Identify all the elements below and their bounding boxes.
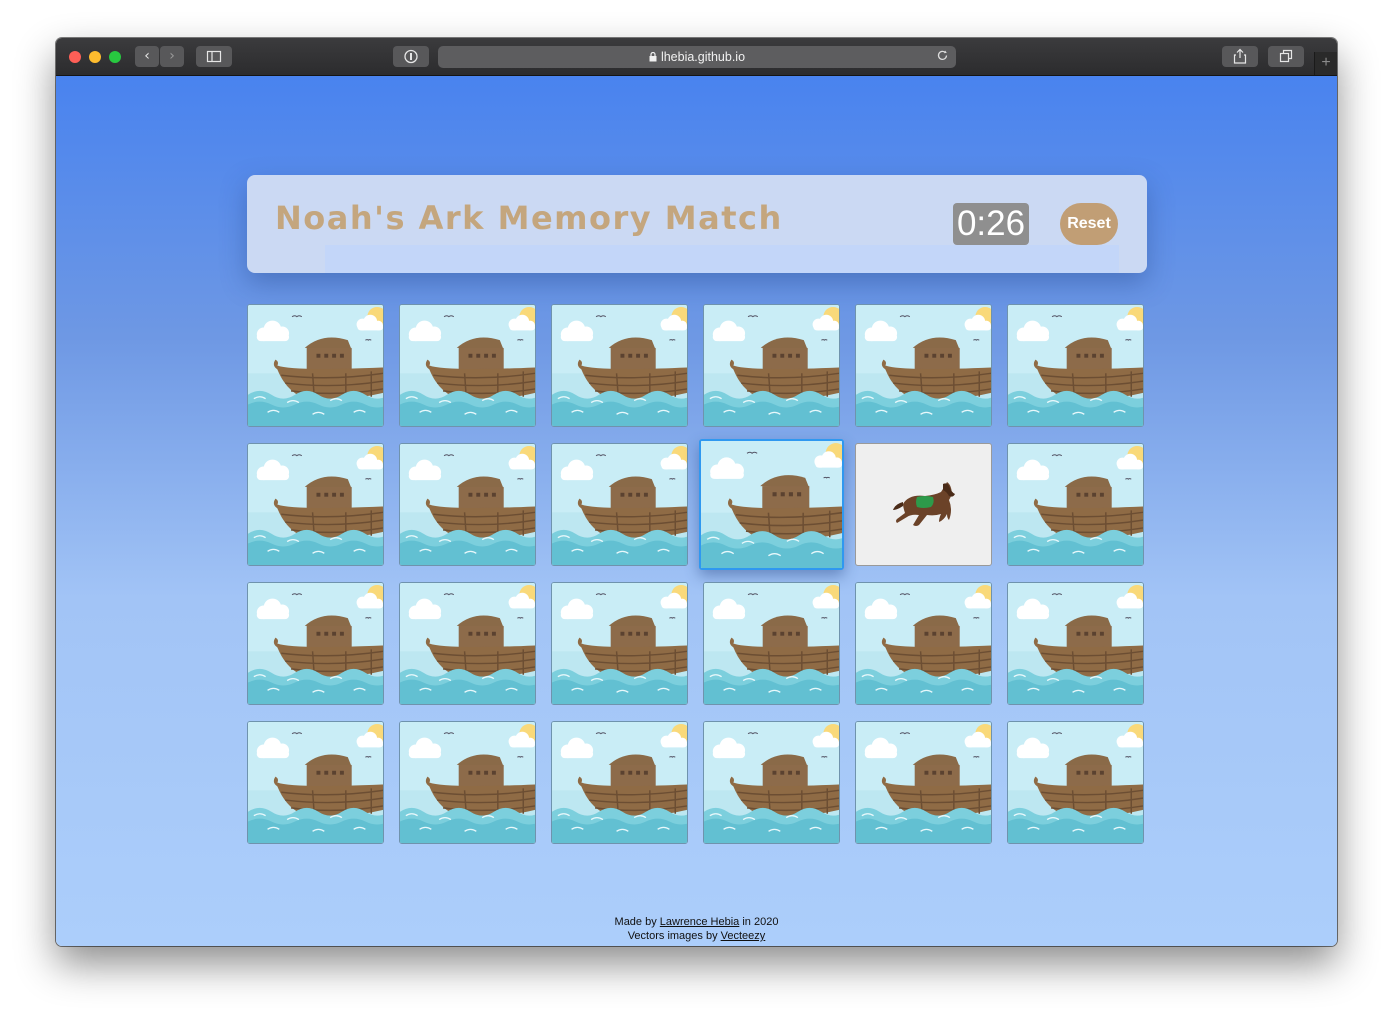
ark-card-back-icon bbox=[552, 305, 687, 426]
address-bar[interactable]: lhebia.github.io bbox=[438, 46, 956, 68]
chevron-right-icon: › bbox=[169, 48, 175, 64]
horse-icon bbox=[892, 482, 955, 526]
close-window-button[interactable] bbox=[69, 51, 81, 63]
memory-card[interactable] bbox=[247, 443, 384, 566]
made-by-suffix: in 2020 bbox=[742, 916, 779, 928]
browser-toolbar: ‹ › lhebia.github.io + bbox=[56, 38, 1337, 76]
memory-card[interactable] bbox=[703, 721, 840, 844]
ark-card-back-icon bbox=[248, 305, 383, 426]
memory-card[interactable] bbox=[551, 721, 688, 844]
memory-card[interactable] bbox=[855, 721, 992, 844]
ark-card-back-icon bbox=[856, 722, 991, 843]
new-tab-button[interactable]: + bbox=[1314, 52, 1337, 75]
vecteezy-link[interactable]: Vecteezy bbox=[721, 930, 766, 942]
memory-card[interactable] bbox=[855, 443, 992, 566]
memory-card[interactable] bbox=[399, 721, 536, 844]
address-url: lhebia.github.io bbox=[660, 50, 746, 64]
ark-card-back-icon bbox=[1008, 583, 1143, 704]
share-icon bbox=[1233, 48, 1247, 64]
ark-card-back-icon bbox=[552, 722, 687, 843]
ark-card-back-icon bbox=[1008, 305, 1143, 426]
ark-card-back-icon bbox=[856, 305, 991, 426]
vectors-prefix: Vectors images by bbox=[627, 930, 718, 942]
sidebar-toggle-button[interactable] bbox=[196, 46, 232, 67]
ark-card-back-icon bbox=[552, 583, 687, 704]
memory-card[interactable] bbox=[247, 304, 384, 427]
memory-card[interactable] bbox=[551, 582, 688, 705]
memory-card[interactable] bbox=[399, 443, 536, 566]
memory-card[interactable] bbox=[1007, 443, 1144, 566]
ark-card-back-icon bbox=[400, 583, 535, 704]
share-button[interactable] bbox=[1222, 46, 1258, 67]
ark-card-back-icon bbox=[1008, 722, 1143, 843]
memory-card[interactable] bbox=[551, 304, 688, 427]
reload-icon[interactable] bbox=[937, 46, 949, 75]
forward-button[interactable]: › bbox=[160, 46, 184, 67]
ark-card-back-icon bbox=[248, 583, 383, 704]
header-progress-strip bbox=[325, 245, 1119, 273]
memory-card[interactable] bbox=[1007, 582, 1144, 705]
memory-card[interactable] bbox=[399, 582, 536, 705]
tabs-icon bbox=[1279, 49, 1293, 63]
ark-card-back-icon bbox=[1008, 444, 1143, 565]
back-button[interactable]: ‹ bbox=[135, 46, 159, 67]
made-by-prefix: Made by bbox=[614, 916, 657, 928]
chevron-left-icon: ‹ bbox=[144, 48, 150, 64]
memory-card[interactable] bbox=[1007, 721, 1144, 844]
ark-card-back-icon bbox=[248, 722, 383, 843]
game-title: Noah's Ark Memory Match bbox=[275, 199, 783, 237]
ark-card-back-icon bbox=[856, 583, 991, 704]
plus-icon: + bbox=[1321, 54, 1331, 71]
memory-card[interactable] bbox=[703, 582, 840, 705]
password-key-icon bbox=[404, 49, 418, 64]
game-timer: 0:26 bbox=[953, 203, 1029, 245]
tab-overview-button[interactable] bbox=[1268, 46, 1304, 67]
memory-card[interactable] bbox=[399, 304, 536, 427]
memory-card[interactable] bbox=[699, 439, 844, 570]
ark-card-back-icon bbox=[552, 444, 687, 565]
ark-card-back-icon bbox=[400, 444, 535, 565]
memory-card[interactable] bbox=[855, 582, 992, 705]
minimize-window-button[interactable] bbox=[89, 51, 101, 63]
ark-card-back-icon bbox=[704, 583, 839, 704]
sidebar-icon bbox=[206, 50, 222, 63]
ark-card-back-icon bbox=[704, 722, 839, 843]
ark-card-back-icon bbox=[400, 722, 535, 843]
footer-credit-vectors: Vectors images by Vecteezy bbox=[56, 929, 1337, 943]
footer-credit-author: Made by Lawrence Hebia in 2020 bbox=[56, 915, 1337, 929]
browser-window: ‹ › lhebia.github.io + Noah's Ark Memory… bbox=[56, 38, 1337, 946]
memory-card[interactable] bbox=[247, 721, 384, 844]
memory-card[interactable] bbox=[855, 304, 992, 427]
author-link[interactable]: Lawrence Hebia bbox=[660, 916, 740, 928]
card-grid bbox=[247, 304, 1147, 846]
zoom-window-button[interactable] bbox=[109, 51, 121, 63]
memory-card[interactable] bbox=[247, 582, 384, 705]
password-manager-button[interactable] bbox=[393, 46, 429, 67]
ark-card-back-icon bbox=[704, 305, 839, 426]
lock-icon bbox=[649, 46, 657, 68]
memory-card[interactable] bbox=[703, 304, 840, 427]
memory-card[interactable] bbox=[551, 443, 688, 566]
page-viewport: Noah's Ark Memory Match 0:26 Reset Made … bbox=[56, 76, 1337, 946]
reset-button[interactable]: Reset bbox=[1060, 203, 1118, 245]
game-header: Noah's Ark Memory Match 0:26 Reset bbox=[247, 175, 1147, 273]
ark-card-back-icon bbox=[701, 441, 842, 568]
memory-card[interactable] bbox=[1007, 304, 1144, 427]
ark-card-back-icon bbox=[248, 444, 383, 565]
ark-card-back-icon bbox=[400, 305, 535, 426]
